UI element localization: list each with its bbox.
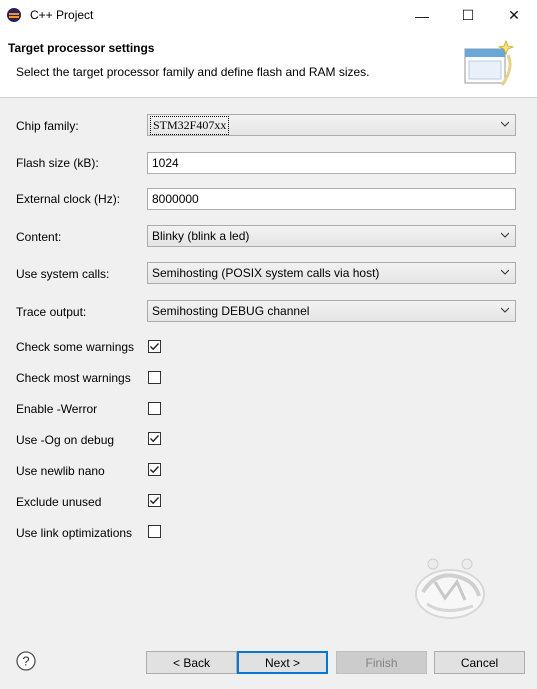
trace-output-label: Trace output:: [16, 305, 87, 319]
content-select[interactable]: Blinky (blink a led): [147, 225, 516, 247]
enable-werror-checkbox[interactable]: [148, 402, 161, 415]
checkmark-icon: [150, 497, 160, 505]
wizard-header: Target processor settings Select the tar…: [0, 31, 537, 98]
use-og-on-debug-checkbox[interactable]: [148, 432, 161, 445]
external-clock-input[interactable]: 8000000: [147, 188, 516, 210]
use-newlib-nano-label: Use newlib nano: [16, 464, 105, 478]
use-link-optimizations-label: Use link optimizations: [16, 526, 133, 540]
maximize-button[interactable]: ☐: [445, 0, 491, 31]
trace-output-select[interactable]: Semihosting DEBUG channel: [147, 300, 516, 322]
help-icon[interactable]: ?: [16, 651, 36, 671]
page-title: Target processor settings: [8, 41, 155, 55]
check-most-warnings-label: Check most warnings: [16, 371, 131, 385]
chevron-down-icon: [501, 121, 509, 127]
enable-werror-label: Enable -Werror: [16, 402, 98, 416]
cancel-button[interactable]: Cancel: [434, 651, 525, 674]
chevron-down-icon: [501, 232, 509, 238]
page-description: Select the target processor family and d…: [16, 65, 370, 79]
system-calls-label: Use system calls:: [16, 267, 110, 281]
use-newlib-nano-checkbox[interactable]: [148, 463, 161, 476]
trace-output-value: Semihosting DEBUG channel: [152, 304, 310, 318]
external-clock-label: External clock (Hz):: [16, 192, 121, 206]
window-title: C++ Project: [30, 8, 94, 22]
use-og-on-debug-label: Use -Og on debug: [16, 433, 115, 447]
check-some-warnings-label: Check some warnings: [16, 340, 135, 354]
checkmark-icon: [150, 343, 160, 351]
exclude-unused-checkbox[interactable]: [148, 494, 161, 507]
next-button[interactable]: Next >: [237, 651, 328, 674]
wizard-banner-icon: [464, 39, 515, 86]
help-glyph: ?: [22, 654, 29, 669]
system-calls-value: Semihosting (POSIX system calls via host…: [152, 266, 380, 280]
checkmark-icon: [150, 435, 160, 443]
close-button[interactable]: ✕: [491, 0, 537, 31]
eclipse-icon: [7, 8, 21, 22]
back-button[interactable]: < Back: [146, 651, 237, 674]
chevron-down-icon: [501, 307, 509, 313]
use-link-optimizations-checkbox[interactable]: [148, 525, 161, 538]
system-calls-select[interactable]: Semihosting (POSIX system calls via host…: [147, 262, 516, 284]
flash-size-label: Flash size (kB):: [16, 156, 99, 170]
check-most-warnings-checkbox[interactable]: [148, 371, 161, 384]
content-label: Content:: [16, 230, 62, 244]
chip-family-label: Chip family:: [16, 119, 79, 133]
chip-family-value: STM32F407xx: [149, 116, 230, 135]
exclude-unused-label: Exclude unused: [16, 495, 102, 509]
chevron-down-icon: [501, 269, 509, 275]
minimize-button[interactable]: —: [399, 0, 445, 31]
title-bar: C++ Project — ☐ ✕: [0, 0, 537, 32]
check-some-warnings-checkbox[interactable]: [148, 340, 161, 353]
gnu-arm-logo-icon: [415, 558, 485, 619]
content-value: Blinky (blink a led): [152, 229, 250, 243]
finish-button[interactable]: Finish: [336, 651, 427, 674]
flash-size-input[interactable]: 1024: [147, 152, 516, 174]
chip-family-select[interactable]: STM32F407xx: [147, 114, 516, 136]
checkmark-icon: [150, 466, 160, 474]
